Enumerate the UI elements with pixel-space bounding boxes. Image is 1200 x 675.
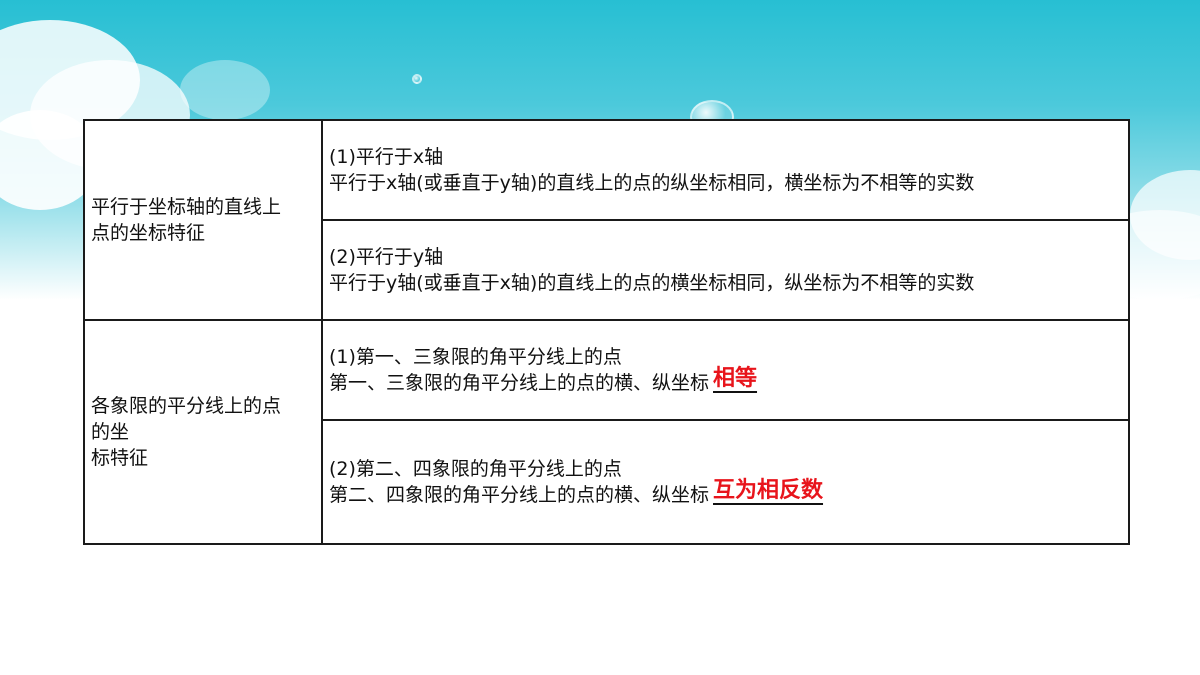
section2-item2-desc-line: 第二、四象限的角平分线上的点的横、纵坐标 互为相反数 bbox=[329, 478, 1122, 508]
section2-item1-cell: (1)第一、三象限的角平分线上的点 第一、三象限的角平分线上的点的横、纵坐标 相等 bbox=[321, 319, 1130, 421]
section1-item2-title: (2)平行于y轴 bbox=[329, 246, 444, 268]
table-row: 平行于坐标轴的直线上 点的坐标特征 (1)平行于x轴 平行于x轴(或垂直于y轴)… bbox=[83, 119, 1130, 321]
section2-item1-desc-line: 第一、三象限的角平分线上的点的横、纵坐标 相等 bbox=[329, 366, 1122, 396]
section2-label-cell: 各象限的平分线上的点 的坐 标特征 bbox=[83, 319, 323, 545]
section1-label-cell: 平行于坐标轴的直线上 点的坐标特征 bbox=[83, 119, 323, 321]
table-row: 各象限的平分线上的点 的坐 标特征 (1)第一、三象限的角平分线上的点 第一、三… bbox=[83, 319, 1130, 545]
section2-label-line2: 的坐 bbox=[91, 421, 130, 443]
section2-item2-answer: 互为相反数 bbox=[713, 478, 824, 503]
section1-item2-desc: 平行于y轴(或垂直于x轴)的直线上的点的横坐标相同，纵坐标为不相等的实数 bbox=[329, 272, 975, 294]
section2-item2-desc: 第二、四象限的角平分线上的点的横、纵坐标 bbox=[329, 484, 710, 506]
section1-label-line2: 点的坐标特征 bbox=[91, 222, 206, 244]
section1-item1-title: (1)平行于x轴 bbox=[329, 146, 444, 168]
section1-label-line1: 平行于坐标轴的直线上 bbox=[91, 196, 282, 218]
cloud bbox=[180, 60, 270, 120]
section2-label-line3: 标特征 bbox=[91, 447, 149, 469]
section1-item1-desc: 平行于x轴(或垂直于y轴)的直线上的点的纵坐标相同，横坐标为不相等的实数 bbox=[329, 172, 975, 194]
section1-item1-cell: (1)平行于x轴 平行于x轴(或垂直于y轴)的直线上的点的纵坐标相同，横坐标为不… bbox=[321, 119, 1130, 221]
section1-item2-cell: (2)平行于y轴 平行于y轴(或垂直于x轴)的直线上的点的横坐标相同，纵坐标为不… bbox=[321, 219, 1130, 321]
section2-item2-cell: (2)第二、四象限的角平分线上的点 第二、四象限的角平分线上的点的横、纵坐标 互为… bbox=[321, 419, 1130, 545]
section2-label-line1: 各象限的平分线上的点 bbox=[91, 395, 282, 417]
section2-item1-desc: 第一、三象限的角平分线上的点的横、纵坐标 bbox=[329, 372, 710, 394]
bubble bbox=[412, 74, 422, 84]
coordinate-features-table: 平行于坐标轴的直线上 点的坐标特征 (1)平行于x轴 平行于x轴(或垂直于y轴)… bbox=[83, 119, 1130, 545]
section2-item1-answer: 相等 bbox=[713, 366, 758, 391]
